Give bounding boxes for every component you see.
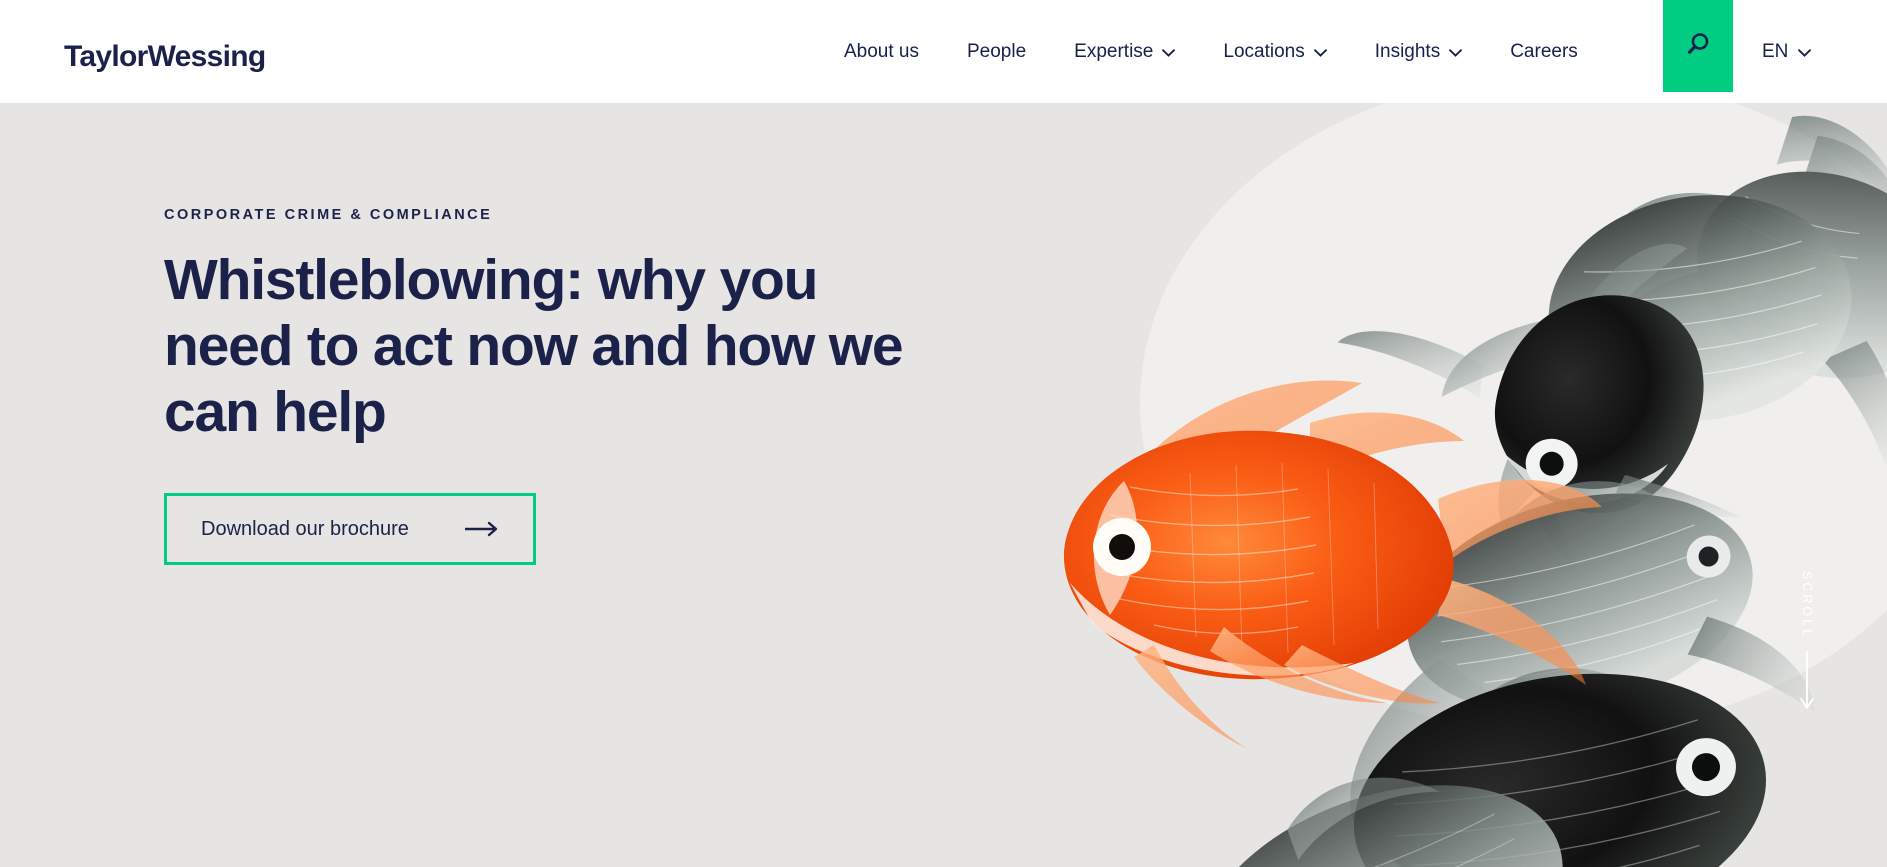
nav-label: Insights bbox=[1374, 41, 1441, 62]
site-logo[interactable]: TaylorWessing bbox=[64, 42, 266, 72]
nav-item-locations[interactable]: Locations bbox=[1199, 42, 1350, 61]
download-brochure-label: Download our brochure bbox=[201, 517, 409, 540]
nav-item-about-us[interactable]: About us bbox=[820, 42, 943, 61]
page-title: Whistleblowing: why you need to act now … bbox=[164, 248, 904, 445]
nav-label: About us bbox=[844, 41, 919, 62]
nav-item-insights[interactable]: Insights bbox=[1351, 42, 1486, 61]
nav-item-people[interactable]: People bbox=[943, 42, 1050, 61]
nav-label: Expertise bbox=[1074, 41, 1154, 62]
download-brochure-button[interactable]: Download our brochure bbox=[164, 493, 536, 566]
language-selector[interactable]: EN bbox=[1762, 0, 1812, 103]
scroll-indicator[interactable]: SCROLL bbox=[1799, 571, 1815, 718]
scroll-label: SCROLL bbox=[1800, 571, 1814, 640]
search-icon bbox=[1685, 31, 1711, 62]
chevron-down-icon bbox=[1449, 48, 1463, 57]
hero-section: CORPORATE CRIME & COMPLIANCE Whistleblow… bbox=[0, 103, 1887, 867]
chevron-down-icon bbox=[1162, 48, 1176, 57]
language-label: EN bbox=[1762, 40, 1789, 62]
hero-copy: CORPORATE CRIME & COMPLIANCE Whistleblow… bbox=[164, 207, 954, 566]
chevron-down-icon bbox=[1798, 48, 1812, 57]
nav-label: Locations bbox=[1223, 41, 1305, 62]
nav-label: People bbox=[967, 41, 1027, 62]
arrow-right-icon bbox=[465, 521, 499, 537]
chevron-down-icon bbox=[1313, 48, 1327, 57]
main-navigation: About us People Expertise Locations Insi… bbox=[820, 0, 1602, 103]
nav-item-expertise[interactable]: Expertise bbox=[1050, 42, 1199, 61]
hero-eyebrow: CORPORATE CRIME & COMPLIANCE bbox=[164, 207, 493, 223]
nav-label: Careers bbox=[1510, 41, 1578, 62]
search-button[interactable] bbox=[1663, 0, 1733, 92]
arrow-down-icon bbox=[1799, 651, 1815, 718]
page-root: TaylorWessing About us People Expertise … bbox=[0, 0, 1887, 867]
nav-item-careers[interactable]: Careers bbox=[1486, 42, 1602, 61]
site-header: TaylorWessing About us People Expertise … bbox=[0, 0, 1887, 103]
